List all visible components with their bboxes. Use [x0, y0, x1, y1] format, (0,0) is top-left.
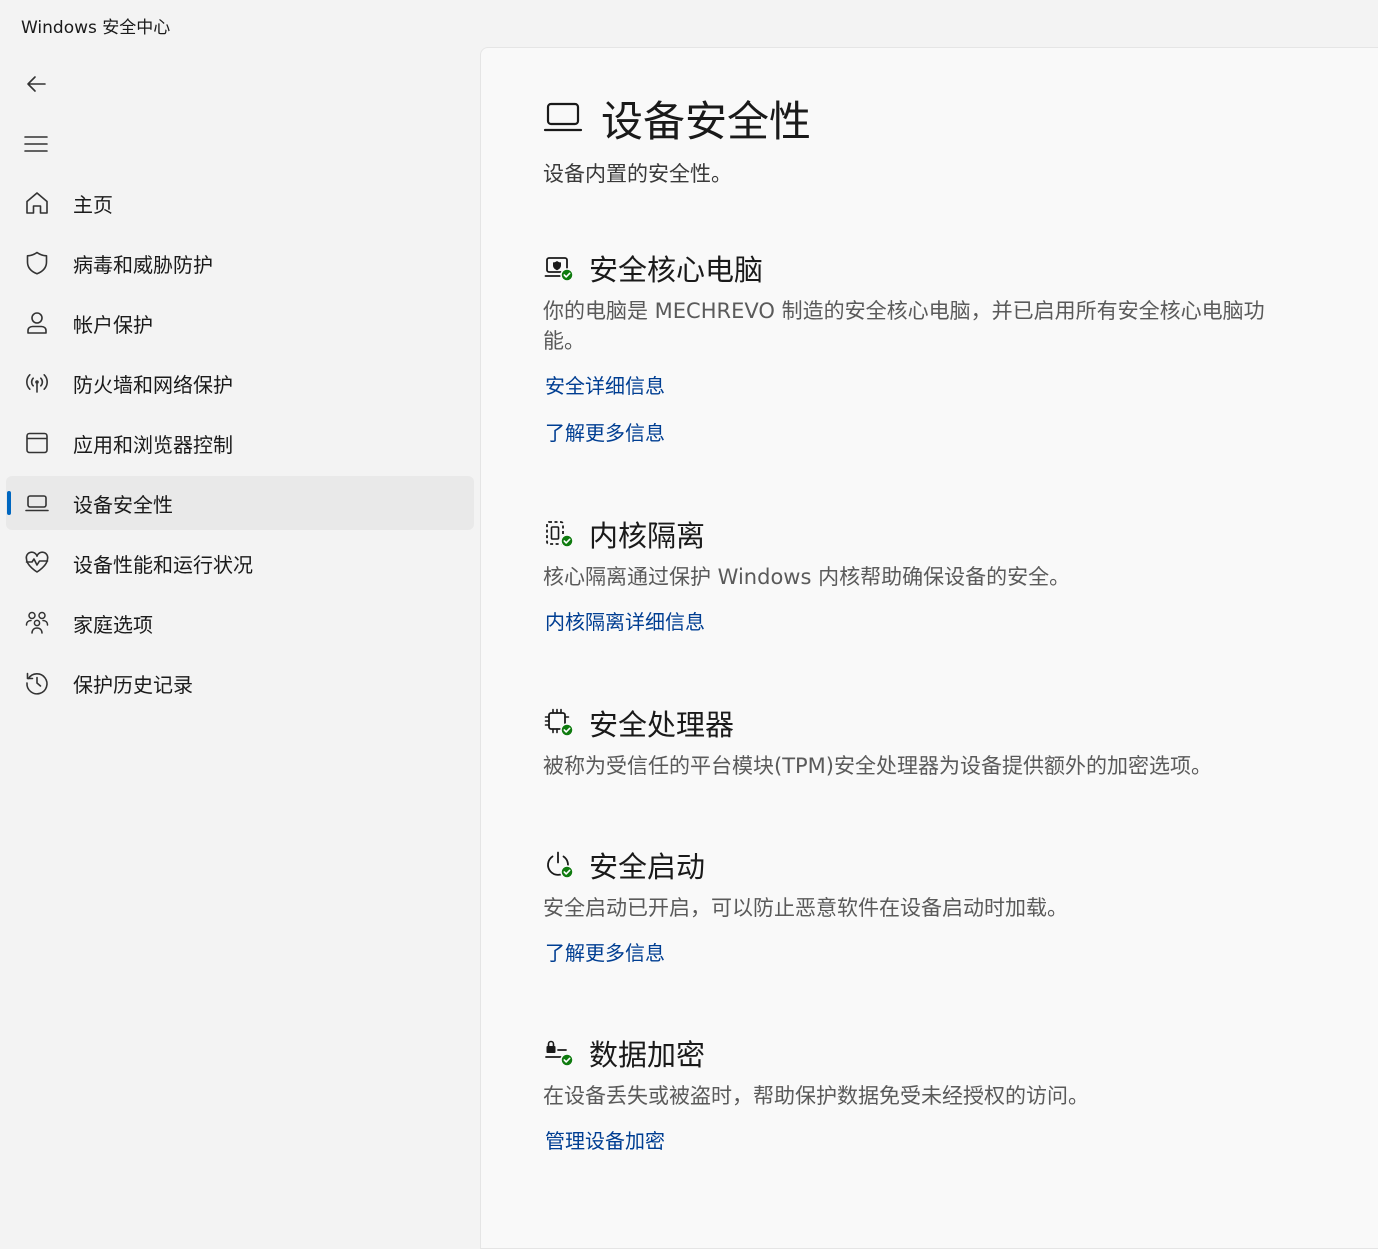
app-window-icon — [23, 429, 51, 457]
active-indicator — [7, 491, 11, 515]
window-title: Windows 安全中心 — [21, 18, 171, 38]
sidebar-item-family-options[interactable]: 家庭选项 — [6, 596, 474, 650]
menu-button[interactable] — [16, 126, 56, 162]
section-security-processor: 安全处理器 被称为受信任的平台模块(TPM)安全处理器为设备提供额外的加密选项。 — [543, 701, 1303, 781]
laptop-icon — [543, 100, 583, 138]
learn-more-link[interactable]: 了解更多信息 — [545, 939, 1303, 967]
section-secure-boot: 安全启动 安全启动已开启，可以防止恶意软件在设备启动时加载。 了解更多信息 — [543, 843, 1303, 967]
sidebar-item-label: 应用和浏览器控制 — [73, 432, 233, 457]
security-processor-check-icon — [543, 707, 575, 739]
heart-pulse-icon — [23, 549, 51, 577]
laptop-icon — [23, 489, 51, 517]
section-title: 安全启动 — [589, 850, 706, 884]
sidebar-item-label: 家庭选项 — [73, 612, 153, 637]
security-details-link[interactable]: 安全详细信息 — [545, 372, 1303, 400]
sidebar-item-virus-threat-protection[interactable]: 病毒和威胁防护 — [6, 236, 474, 290]
sidebar-item-label: 帐户保护 — [73, 312, 153, 337]
sidebar-item-firewall-network[interactable]: 防火墙和网络保护 — [6, 356, 474, 410]
section-title: 数据加密 — [589, 1038, 706, 1072]
section-title: 安全处理器 — [589, 708, 735, 742]
sidebar-item-device-performance[interactable]: 设备性能和运行状况 — [6, 536, 474, 590]
data-encryption-check-icon — [543, 1037, 575, 1069]
sidebar-item-label: 设备安全性 — [73, 492, 173, 517]
section-description: 你的电脑是 MECHREVO 制造的安全核心电脑，并已启用所有安全核心电脑功能。 — [543, 299, 1265, 353]
back-arrow-icon — [25, 73, 47, 95]
page-title: 设备安全性 — [601, 97, 812, 146]
person-icon — [23, 309, 51, 337]
hamburger-menu-icon — [24, 134, 48, 154]
section-description: 在设备丢失或被盗时，帮助保护数据免受未经授权的访问。 — [543, 1084, 1089, 1108]
core-isolation-check-icon — [543, 518, 575, 550]
section-title: 内核隔离 — [589, 519, 706, 553]
secure-boot-check-icon — [543, 849, 575, 881]
sidebar-item-account-protection[interactable]: 帐户保护 — [6, 296, 474, 350]
section-core-isolation: 内核隔离 核心隔离通过保护 Windows 内核帮助确保设备的安全。 内核隔离详… — [543, 512, 1303, 636]
sidebar-item-label: 防火墙和网络保护 — [73, 372, 233, 397]
sidebar-item-home[interactable]: 主页 — [6, 176, 474, 230]
family-icon — [23, 609, 51, 637]
history-icon — [23, 669, 51, 697]
sidebar-item-protection-history[interactable]: 保护历史记录 — [6, 656, 474, 710]
section-description: 被称为受信任的平台模块(TPM)安全处理器为设备提供额外的加密选项。 — [543, 754, 1212, 778]
section-data-encryption: 数据加密 在设备丢失或被盗时，帮助保护数据免受未经授权的访问。 管理设备加密 — [543, 1031, 1303, 1155]
page-subtitle: 设备内置的安全性。 — [543, 162, 732, 186]
core-isolation-details-link[interactable]: 内核隔离详细信息 — [545, 608, 1303, 636]
secured-core-pc-check-icon — [543, 252, 575, 284]
wireless-signal-icon — [23, 369, 51, 397]
sidebar-nav: 主页 病毒和威胁防护 帐户保护 防火墙和网络保护 应用和浏览器控制 设备安全性 — [0, 176, 480, 716]
page-header: 设备安全性 — [543, 88, 811, 149]
section-secured-core-pc: 安全核心电脑 你的电脑是 MECHREVO 制造的安全核心电脑，并已启用所有安全… — [543, 246, 1303, 447]
section-description: 安全启动已开启，可以防止恶意软件在设备启动时加载。 — [543, 896, 1068, 920]
sidebar-item-label: 保护历史记录 — [73, 672, 193, 697]
home-icon — [23, 189, 51, 217]
section-title: 安全核心电脑 — [589, 253, 764, 287]
back-button[interactable] — [16, 66, 56, 102]
shield-icon — [23, 249, 51, 277]
manage-device-encryption-link[interactable]: 管理设备加密 — [545, 1127, 1303, 1155]
section-description: 核心隔离通过保护 Windows 内核帮助确保设备的安全。 — [543, 565, 1071, 589]
sidebar-item-device-security[interactable]: 设备安全性 — [6, 476, 474, 530]
sidebar-item-label: 主页 — [73, 192, 113, 217]
sidebar-item-label: 病毒和威胁防护 — [73, 252, 213, 277]
sidebar-item-app-browser-control[interactable]: 应用和浏览器控制 — [6, 416, 474, 470]
sidebar-item-label: 设备性能和运行状况 — [73, 552, 253, 577]
main-content: 设备安全性 设备内置的安全性。 安全核心电脑 你的电脑是 MECHREVO 制造… — [480, 47, 1378, 1249]
learn-more-link[interactable]: 了解更多信息 — [545, 419, 1303, 447]
